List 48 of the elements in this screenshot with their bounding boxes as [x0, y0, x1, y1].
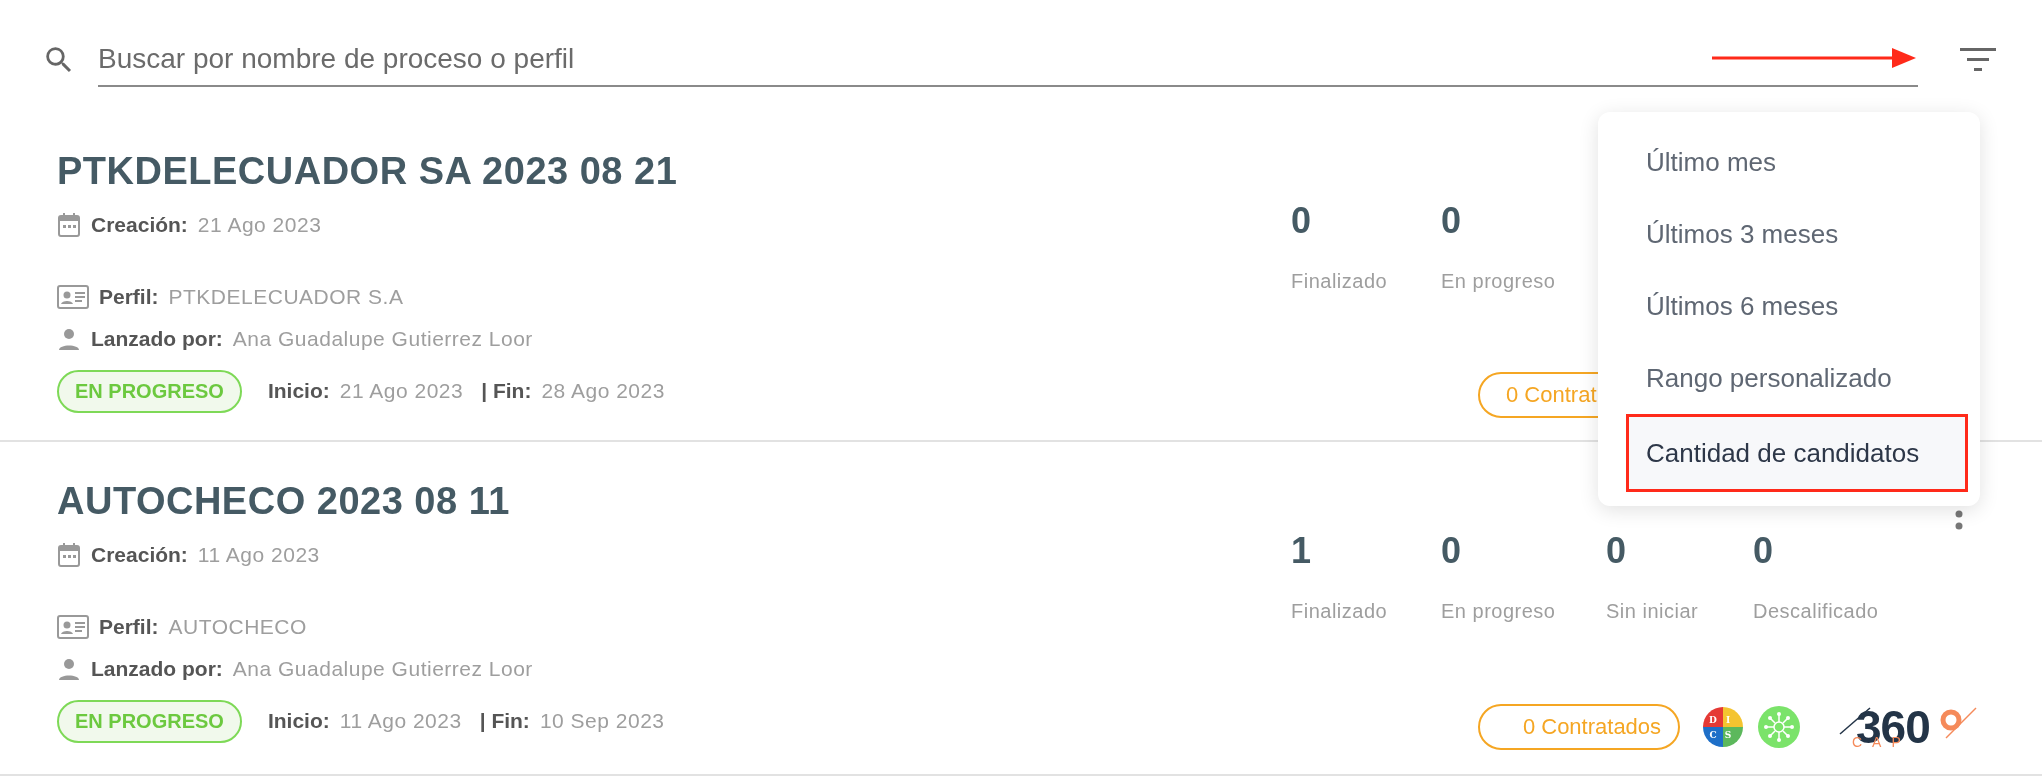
field-value: 11 Ago 2023 — [197, 543, 320, 567]
menu-item[interactable]: Últimos 6 meses — [1598, 270, 1980, 342]
stat-label: En progreso — [1441, 270, 1556, 293]
field-label: Perfil: — [99, 285, 159, 309]
stat-label: Finalizado — [1291, 270, 1388, 293]
field-value: 21 Ago 2023 — [339, 379, 464, 403]
process-title: AUTOCHECO 2023 08 11 — [57, 480, 511, 523]
person-icon — [57, 657, 81, 681]
field-label: Inicio: — [267, 379, 330, 403]
field-value: PTKDELECUADOR S.A — [168, 285, 404, 309]
stat-label: Descalificado — [1753, 600, 1879, 623]
field-value: 11 Ago 2023 — [339, 709, 462, 733]
stat-value: 0 — [1441, 530, 1462, 572]
stat-value: 0 — [1753, 530, 1774, 572]
field-label: Creación: — [91, 543, 188, 567]
field-label: | Fin: — [481, 379, 532, 403]
menu-item[interactable]: Últimos 3 meses — [1598, 198, 1980, 270]
field-value: Ana Guadalupe Gutierrez Loor — [232, 327, 533, 351]
menu-item[interactable]: Último mes — [1598, 126, 1980, 198]
field-value: Ana Guadalupe Gutierrez Loor — [232, 657, 533, 681]
field-label: Lanzado por: — [91, 657, 223, 681]
stat-label: Finalizado — [1291, 600, 1388, 623]
status-badge: EN PROGRESO — [57, 699, 242, 743]
field-value: AUTOCHECO — [168, 615, 307, 639]
stat-value: 1 — [1291, 530, 1312, 572]
stat-label: En progreso — [1441, 600, 1556, 623]
calendar-icon — [57, 212, 81, 238]
stat-value: 0 — [1606, 530, 1627, 572]
stat-label: Sin iniciar — [1606, 600, 1699, 623]
field-value: 28 Ago 2023 — [541, 379, 665, 403]
field-label: Lanzado por: — [91, 327, 223, 351]
field-label: | Fin: — [479, 709, 530, 733]
stat-value: 0 — [1291, 200, 1312, 242]
field-label: Creación: — [91, 213, 188, 237]
field-value: 10 Sep 2023 — [539, 709, 665, 733]
search-field[interactable]: Buscar por nombre de proceso o perfil — [98, 33, 1918, 87]
field-label: Inicio: — [267, 709, 330, 733]
stat-value: 0 — [1441, 200, 1462, 242]
id-card-icon — [57, 615, 89, 639]
id-card-icon — [57, 285, 89, 309]
menu-item[interactable]: Cantidad de candidatos — [1626, 414, 1968, 492]
field-label: Perfil: — [99, 615, 159, 639]
status-badge: EN PROGRESO — [57, 369, 242, 413]
field-value: 21 Ago 2023 — [197, 213, 322, 237]
process-title: PTKDELECUADOR SA 2023 08 21 — [57, 150, 679, 193]
person-icon — [57, 327, 81, 351]
network-test-icon — [1758, 706, 1800, 748]
calendar-icon — [57, 542, 81, 568]
